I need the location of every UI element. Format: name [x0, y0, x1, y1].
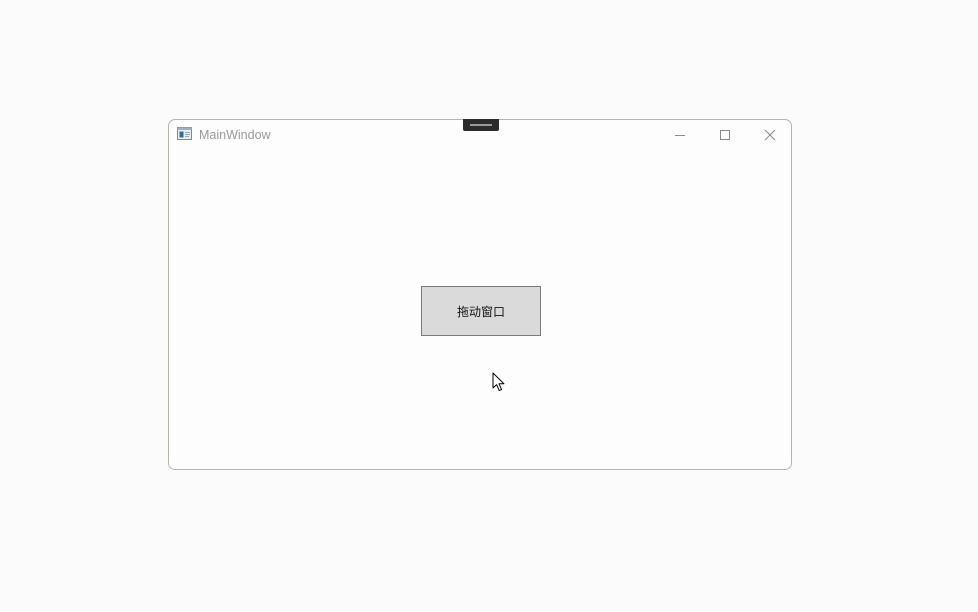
minimize-icon — [675, 135, 685, 136]
minimize-button[interactable] — [665, 124, 695, 146]
maximize-button[interactable] — [710, 124, 740, 146]
snap-layout-handle[interactable] — [463, 119, 499, 131]
window-title: MainWindow — [199, 128, 271, 142]
mouse-pointer-icon — [492, 372, 505, 392]
handle-bar — [470, 124, 492, 126]
close-icon — [764, 129, 776, 141]
close-button[interactable] — [755, 124, 785, 146]
title-bar[interactable]: MainWindow — [169, 119, 791, 150]
main-window: MainWindow 拖动窗口 — [168, 119, 792, 470]
maximize-icon — [720, 130, 730, 140]
drag-window-button[interactable]: 拖动窗口 — [421, 286, 541, 336]
app-window-icon — [177, 127, 192, 140]
